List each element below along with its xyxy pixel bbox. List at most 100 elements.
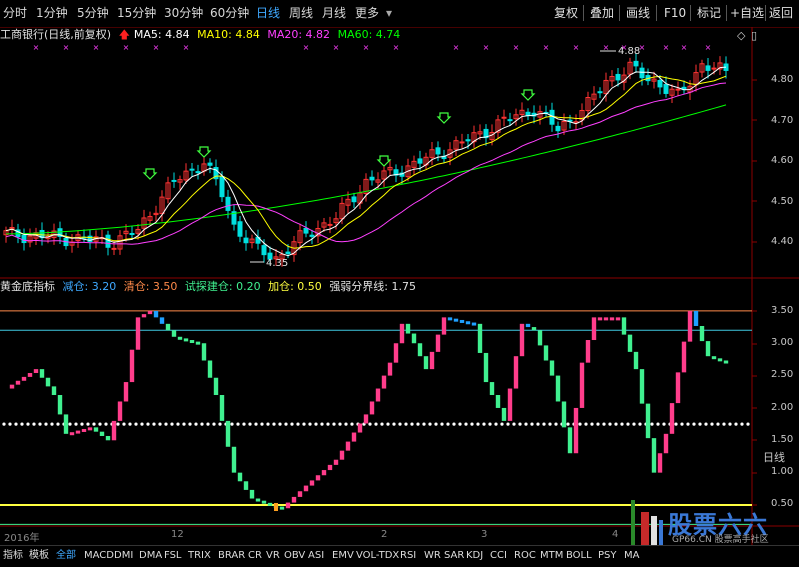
qiangruo-dot (284, 422, 288, 426)
qiangruo-dot (308, 422, 312, 426)
qiangruo-dot (38, 422, 42, 426)
buy-marker-x: × (543, 43, 550, 52)
indicator-tab-fsl[interactable]: FSL (164, 548, 182, 564)
qiangruo-dot (458, 422, 462, 426)
qiangruo-dot (434, 422, 438, 426)
tab-more[interactable]: 更多 (355, 4, 379, 22)
indicator-bar (357, 423, 363, 433)
candle-body (309, 234, 315, 237)
ma60-value: MA60: 4.74 (337, 28, 401, 41)
qiangruo-dot (182, 422, 186, 426)
candle-body (705, 65, 711, 71)
qiangruo-dot (374, 422, 378, 426)
indicator-tab-模板[interactable]: 模板 (29, 548, 49, 564)
qiangruo-dot (50, 422, 54, 426)
qiangruo-dot (500, 422, 504, 426)
overlay-button[interactable]: 叠加 (590, 4, 614, 22)
indicator-bar (519, 323, 525, 357)
indicator-tab-rsi[interactable]: RSI (400, 548, 416, 564)
indicator-tab-sar[interactable]: SAR (444, 548, 464, 564)
qiangruo-dot (314, 422, 318, 426)
tab-15min[interactable]: 15分钟 (117, 4, 156, 22)
indicator-tab-brar[interactable]: BRAR (218, 548, 245, 564)
indicator-tab-全部[interactable]: 全部 (56, 548, 76, 564)
indicator-bar (603, 317, 609, 321)
indicator-bar (135, 317, 141, 350)
qiangruo-dot (194, 422, 198, 426)
back-button[interactable]: 返回 (769, 4, 793, 22)
indicator-tab-cr[interactable]: CR (248, 548, 262, 564)
tab-fenshi[interactable]: 分时 (3, 4, 27, 22)
indicator-bar (207, 360, 213, 378)
qiangruo-dot (158, 422, 162, 426)
indicator-tab-kdj[interactable]: KDJ (466, 548, 483, 564)
down-arrow-icon (520, 89, 536, 101)
candle-body (243, 237, 249, 244)
qiangruo-dot (128, 422, 132, 426)
candle-body (639, 67, 645, 79)
qiangruo-dot (470, 422, 474, 426)
indicator-tab-macd[interactable]: MACD (84, 548, 114, 564)
draw-line-button[interactable]: 画线 (626, 4, 650, 22)
indicator-tab-mtm[interactable]: MTM (540, 548, 563, 564)
indicator-bar (447, 317, 453, 321)
mark-button[interactable]: 标记 (697, 4, 721, 22)
qiangruo-dot (518, 422, 522, 426)
candle-body (657, 80, 663, 88)
tab-daily[interactable]: 日线 (256, 4, 280, 22)
indicator-bar (201, 343, 207, 361)
down-arrow-icon (142, 168, 158, 180)
qiangruo-dot (626, 422, 630, 426)
indicator-tab-vol-tdx[interactable]: VOL-TDX (356, 548, 399, 564)
indicator-bar (675, 372, 681, 404)
indicator-tab-wr[interactable]: WR (424, 548, 441, 564)
date-label-feb: 2 (381, 529, 388, 540)
f10-button[interactable]: F10 (664, 4, 686, 22)
indicator-bar (369, 401, 375, 415)
qiangruo-dot (392, 422, 396, 426)
indicator-bar (471, 322, 477, 326)
indicator-tab-dmi[interactable]: DMI (114, 548, 133, 564)
ma5-value: MA5: 4.84 (133, 28, 190, 41)
indicator-tab-指标[interactable]: 指标 (3, 548, 23, 564)
date-label-year: 2016年 (4, 533, 40, 544)
window-icon[interactable]: ▯ (751, 29, 757, 42)
tab-5min[interactable]: 5分钟 (77, 4, 109, 22)
qiangruo-dot (176, 422, 180, 426)
indicator-bar (63, 414, 69, 434)
indicator-bar (717, 358, 723, 362)
indicator-name: 黄金底指标 (0, 280, 55, 293)
tab-monthly[interactable]: 月线 (322, 4, 346, 22)
diamond-icon[interactable]: ◇ (737, 29, 745, 42)
indicator-tab-emv[interactable]: EMV (332, 548, 354, 564)
down-arrow-icon (436, 112, 452, 124)
indicator-tab-roc[interactable]: ROC (514, 548, 536, 564)
candle-body (555, 125, 561, 132)
candle-body (417, 158, 423, 164)
indicator-tab-asi[interactable]: ASI (308, 548, 324, 564)
buy-marker-x: × (705, 43, 712, 52)
indicator-bar (153, 310, 159, 318)
qiangruo-dot (746, 422, 750, 426)
indicator-tab-cci[interactable]: CCI (490, 548, 507, 564)
add-watchlist-button[interactable]: +自选 (730, 4, 764, 22)
indicator-tab-psy[interactable]: PSY (598, 548, 617, 564)
indicator-bar (645, 403, 651, 439)
indicator-tab-obv[interactable]: OBV (284, 548, 305, 564)
indicator-tab-vr[interactable]: VR (266, 548, 280, 564)
qiangruo-dot (686, 422, 690, 426)
indicator-tab-trix[interactable]: TRIX (188, 548, 211, 564)
tab-weekly[interactable]: 周线 (289, 4, 313, 22)
qiangruo-dot (410, 422, 414, 426)
indicator-bar (51, 386, 57, 396)
qingcang-value: 清仓: 3.50 (123, 280, 178, 293)
more-chevron-icon[interactable]: ▾ (386, 4, 392, 22)
indicator-tab-dma[interactable]: DMA (139, 548, 162, 564)
indicator-tab-boll[interactable]: BOLL (566, 548, 592, 564)
tab-1min[interactable]: 1分钟 (36, 4, 68, 22)
indicator-tab-ma[interactable]: MA (624, 548, 639, 564)
fuquan-button[interactable]: 复权 (554, 4, 578, 22)
tab-60min[interactable]: 60分钟 (210, 4, 249, 22)
tab-30min[interactable]: 30分钟 (164, 4, 203, 22)
candle-body (303, 227, 309, 234)
